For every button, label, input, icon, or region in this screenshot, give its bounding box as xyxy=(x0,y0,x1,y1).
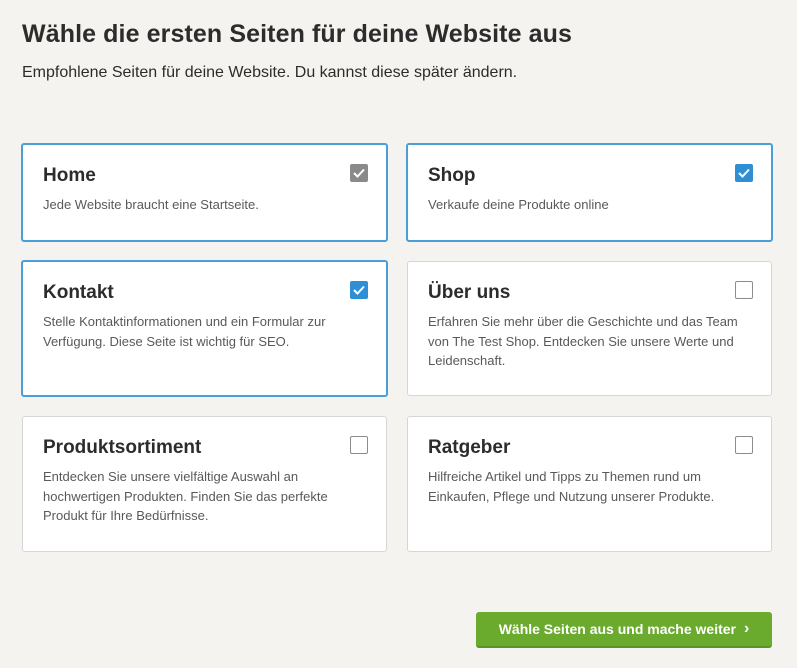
ueber-uns-checkbox[interactable] xyxy=(735,281,753,299)
page-title: Wähle die ersten Seiten für deine Websit… xyxy=(22,20,573,48)
page-card-title: Shop xyxy=(428,165,476,186)
page-card-description: Hilfreiche Artikel und Tipps zu Themen r… xyxy=(428,469,715,504)
page-card-description: Entdecken Sie unsere vielfältige Auswahl… xyxy=(43,469,328,523)
page-card-kontakt[interactable]: Kontakt Stelle Kontaktinformationen und … xyxy=(21,260,388,397)
shop-checkbox[interactable] xyxy=(735,164,753,182)
page-card-title: Kontakt xyxy=(43,282,114,303)
page-card-ueber-uns[interactable]: Über uns Erfahren Sie mehr über die Gesc… xyxy=(407,261,772,396)
page-card-title: Über uns xyxy=(428,282,511,303)
checkmark-icon xyxy=(353,168,365,178)
continue-button[interactable]: Wähle Seiten aus und mache weiter › xyxy=(476,612,772,648)
page-card-description: Stelle Kontaktinformationen und ein Form… xyxy=(43,314,326,349)
page-card-description: Verkaufe deine Produkte online xyxy=(428,197,609,212)
produktsortiment-checkbox[interactable] xyxy=(350,436,368,454)
home-checkbox[interactable] xyxy=(350,164,368,182)
checkmark-icon xyxy=(738,168,750,178)
page-card-home[interactable]: Home Jede Website braucht eine Startseit… xyxy=(21,143,388,242)
ratgeber-checkbox[interactable] xyxy=(735,436,753,454)
page-subtitle: Empfohlene Seiten für deine Website. Du … xyxy=(22,64,518,81)
page-card-title: Ratgeber xyxy=(428,437,511,458)
kontakt-checkbox[interactable] xyxy=(350,281,368,299)
continue-button-label: Wähle Seiten aus und mache weiter xyxy=(498,621,736,637)
checkmark-icon xyxy=(353,285,365,295)
page-card-shop[interactable]: Shop Verkaufe deine Produkte online xyxy=(406,143,773,242)
page-card-description: Jede Website braucht eine Startseite. xyxy=(43,197,259,212)
page-card-description: Erfahren Sie mehr über die Geschichte un… xyxy=(428,314,738,368)
page-card-title: Home xyxy=(43,165,96,186)
page-card-title: Produktsortiment xyxy=(43,437,202,458)
chevron-right-icon: › xyxy=(743,620,750,637)
page-card-produktsortiment[interactable]: Produktsortiment Entdecken Sie unsere vi… xyxy=(22,416,387,552)
page-card-ratgeber[interactable]: Ratgeber Hilfreiche Artikel und Tipps zu… xyxy=(407,416,772,552)
